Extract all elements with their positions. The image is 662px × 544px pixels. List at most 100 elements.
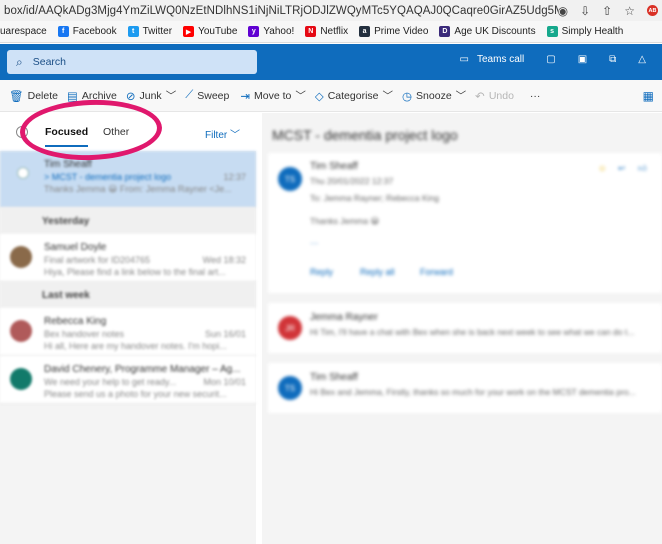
more-options-button[interactable]: ··· — [530, 90, 541, 102]
message-row[interactable]: Rebecca King Bex handover notes Sun 16/01… — [0, 308, 256, 356]
group-header-last-week: Last week — [0, 282, 256, 308]
bookmark-age-uk-discounts[interactable]: D Age UK Discounts — [439, 26, 536, 37]
message-row[interactable]: David Chenery, Programme Manager – Ag...… — [0, 356, 256, 404]
feedback-icon[interactable]: ⧉ — [609, 54, 616, 65]
email-sender: Tim Sheaff — [310, 372, 358, 383]
avatar — [10, 246, 32, 268]
tag-icon: ◇ — [314, 90, 324, 103]
select-all-radio[interactable] — [16, 126, 28, 138]
bookmark-label: Yahoo! — [263, 26, 295, 37]
ellipsis-icon[interactable]: ··· — [310, 238, 319, 248]
bookmark-star-icon[interactable]: ☆ — [624, 4, 635, 18]
simplyhealth-icon: s — [546, 26, 558, 37]
undo-icon: ↶ — [475, 90, 485, 103]
bookmark-label: uarespace — [0, 26, 47, 37]
youtube-icon: ▶ — [183, 26, 195, 37]
bookmark-prime-video[interactable]: a Prime Video — [359, 26, 428, 37]
move-to-button[interactable]: ⇥ Move to ﹀ — [240, 88, 306, 103]
avatar: TS — [278, 167, 302, 191]
reply-button[interactable]: Reply — [310, 267, 333, 277]
bookmark-yahoo-[interactable]: y Yahoo! — [248, 26, 294, 37]
clock-icon: ◷ — [402, 90, 413, 103]
url-text[interactable]: box/id/AAQkADg3Mjg4YmZiLWQ0NzEtNDlhNS1iN… — [0, 5, 558, 17]
email-card[interactable]: TS Tim Sheaff Hi Bex and Jemma, Firstly,… — [268, 363, 662, 413]
install-icon[interactable]: ⇩ — [580, 4, 590, 18]
tab-other[interactable]: Other — [103, 126, 129, 138]
message-row[interactable]: Tim Sheaff > MCST - dementia project log… — [0, 151, 256, 208]
categorise-button[interactable]: ◇ Categorise ﹀ — [315, 88, 393, 103]
bookmark-label: Simply Health — [561, 26, 624, 37]
email-card[interactable]: JR Jemma Rayner Hi Tim, I'll have a chat… — [268, 303, 662, 353]
undo-button[interactable]: ↶ Undo — [475, 89, 514, 103]
message-list: Focused Other Filter ﹀ Tim Sheaff > MCST… — [0, 113, 256, 544]
message-preview: Hi all, Here are my handover notes. I'm … — [44, 341, 227, 351]
tab-focused[interactable]: Focused — [45, 126, 89, 147]
email-recipients: To: Jemma Rayner; Rebecca King — [310, 193, 439, 203]
search-label: Search — [32, 56, 67, 68]
snooze-button[interactable]: ◷ Snooze ﹀ — [402, 88, 466, 103]
email-sender: Tim Sheaff — [310, 161, 358, 172]
like-icon[interactable]: 👍︎ — [638, 163, 647, 174]
calendar-icon[interactable]: ▦ — [643, 89, 654, 103]
message-subject: We need your help to get ready... — [44, 377, 177, 387]
search-input[interactable]: ⌕ Search — [7, 50, 257, 74]
avatar: JR — [278, 316, 302, 340]
bookmark-simply-health[interactable]: s Simply Health — [546, 26, 624, 37]
message-subject: > MCST - dementia project logo — [44, 172, 172, 182]
emoji-icon[interactable]: ☺ — [598, 163, 607, 173]
bookmark-netflix[interactable]: N Netflix — [305, 26, 348, 37]
archive-icon: ▤ — [66, 90, 78, 103]
extension-icon[interactable]: AB — [647, 5, 658, 16]
bookmark-uarespace[interactable]: uarespace — [0, 26, 47, 37]
bookmark-label: Facebook — [72, 26, 117, 37]
bookmark-facebook[interactable]: f Facebook — [57, 26, 117, 37]
netflix-icon: N — [305, 26, 317, 37]
filter-button[interactable]: Filter ﹀ — [205, 126, 240, 141]
bookmarks-bar: uarespace f Facebook t Twitter ▶ YouTube y Yahoo… — [0, 21, 662, 43]
avatar: TS — [278, 376, 302, 400]
delete-button[interactable]: 🗑︎ Delete — [9, 89, 58, 103]
broom-icon: ⟋ — [185, 89, 194, 101]
message-row[interactable]: Samuel Doyle Final artwork for ID204765 W… — [0, 234, 256, 282]
junk-button[interactable]: ⊘ Junk ﹀ — [126, 88, 176, 103]
outlook-header: ⌕ Search ▭ Teams call ▢ ▣ ⧉ △ — [0, 44, 662, 80]
email-card[interactable]: TS Tim Sheaff Thu 20/01/2022 12:37 To: J… — [268, 153, 662, 293]
chevron-down-icon: ﹀ — [382, 90, 394, 102]
share-icon[interactable]: ⇧ — [602, 4, 612, 18]
teams-call-button[interactable]: ▭ Teams call — [460, 54, 525, 65]
message-time: Mon 10/01 — [203, 377, 246, 387]
reading-pane: MCST - dementia project logo TS Tim Shea… — [262, 113, 662, 544]
twitter-icon: t — [127, 26, 139, 37]
amazon-icon: a — [359, 26, 371, 37]
email-date: Thu 20/01/2022 12:37 — [310, 176, 394, 186]
forward-button[interactable]: Forward — [420, 267, 453, 277]
bookmark-twitter[interactable]: t Twitter — [127, 26, 173, 37]
view-icon[interactable]: ◉ — [558, 4, 568, 18]
message-time: 12:37 — [223, 172, 246, 182]
chevron-down-icon: ﹀ — [295, 90, 306, 102]
bookmark-label: Netflix — [320, 26, 349, 37]
teams-icon[interactable]: ▣ — [578, 54, 587, 65]
browser-address-bar[interactable]: box/id/AAQkADg3Mjg4YmZiLWQ0NzEtNDlhNS1iN… — [0, 0, 662, 21]
reply-all-button[interactable]: Reply all — [360, 267, 395, 277]
bookmark-label: Twitter — [142, 26, 173, 37]
message-subject: Bex handover notes — [44, 329, 125, 339]
bookmark-youtube[interactable]: ▶ YouTube — [183, 26, 237, 37]
bookmark-label: YouTube — [198, 26, 238, 37]
message-sender: Rebecca King — [44, 316, 107, 327]
archive-button[interactable]: ▤ Archive — [67, 89, 117, 103]
conversation-title: MCST - dementia project logo — [272, 127, 458, 143]
search-icon: ⌕ — [16, 54, 23, 69]
move-icon: ⇥ — [240, 90, 250, 103]
notifications-bell-icon[interactable]: △ — [638, 54, 646, 65]
email-preview: Hi Bex and Jemma, Firstly, thanks so muc… — [310, 387, 636, 397]
message-sender: David Chenery, Programme Manager – Ag... — [44, 364, 241, 375]
email-sender: Jemma Rayner — [310, 312, 378, 323]
message-preview: Thanks Jemma 😀 From: Jemma Rayner <Je... — [44, 184, 232, 194]
message-preview: Please send us a photo for your new secu… — [44, 389, 227, 399]
sweep-button[interactable]: ⟋ Sweep — [185, 89, 229, 102]
select-radio[interactable] — [17, 167, 29, 179]
chat-icon[interactable]: ▢ — [546, 54, 555, 65]
reply-icon[interactable]: ↩ — [618, 163, 625, 174]
message-sender: Samuel Doyle — [44, 242, 107, 253]
